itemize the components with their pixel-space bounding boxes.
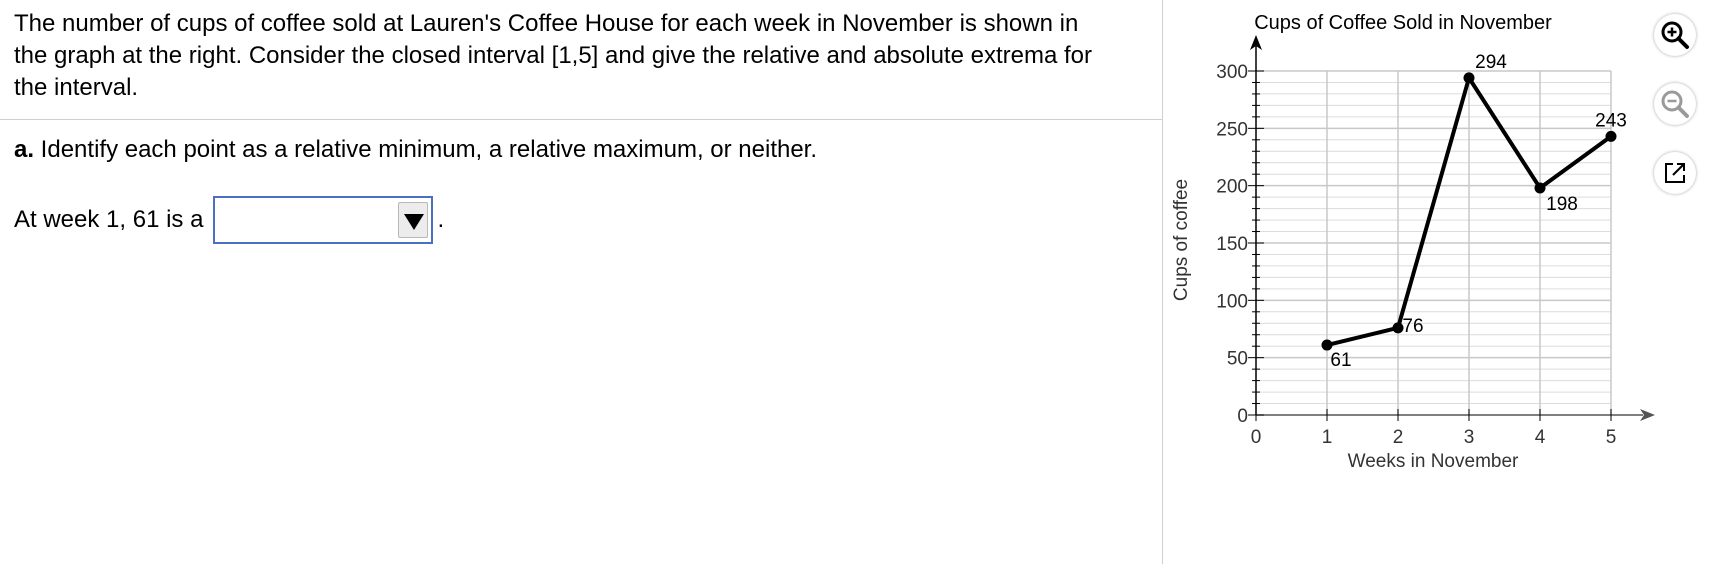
data-point: [1605, 130, 1617, 142]
axis-ticks: 0 50 100 150 200 250 300 0 1 2 3 4 5: [1216, 62, 1616, 448]
answer-suffix: .: [437, 206, 445, 233]
data-label: 198: [1546, 194, 1578, 215]
data-label: 61: [1330, 350, 1351, 371]
data-label: 294: [1475, 52, 1507, 73]
x-tick-label: 2: [1393, 427, 1404, 448]
zoom-in-button[interactable]: [1654, 14, 1696, 56]
part-a-instruction: a. Identify each point as a relative min…: [14, 134, 817, 166]
y-axis-label: Cups of coffee: [1171, 179, 1192, 301]
part-a-label: a.: [14, 136, 35, 163]
x-tick-label: 4: [1535, 427, 1546, 448]
zoom-out-button[interactable]: [1654, 83, 1696, 125]
x-tick-label: 0: [1251, 427, 1262, 448]
zoom-in-icon: [1661, 21, 1689, 49]
problem-statement: The number of cups of coffee sold at Lau…: [14, 10, 1092, 101]
x-tick-label: 3: [1464, 427, 1475, 448]
answer-prefix: At week 1, 61 is a: [14, 206, 204, 233]
dropdown-arrow-icon[interactable]: [398, 202, 429, 238]
data-point: [1534, 182, 1546, 194]
y-tick-label: 100: [1216, 291, 1248, 312]
part-a-text: Identify each point as a relative minimu…: [34, 136, 818, 163]
question-pane: The number of cups of coffee sold at Lau…: [0, 0, 1162, 558]
answer-dropdown[interactable]: [213, 196, 434, 244]
data-label: 76: [1402, 316, 1423, 337]
graph-pane: 0 50 100 150 200 250 300 0 1 2 3 4 5 Cups of Coffee …: [1163, 0, 1722, 558]
x-tick-label: 5: [1606, 427, 1617, 448]
data-label: 243: [1595, 110, 1627, 131]
y-tick-label: 150: [1216, 234, 1248, 255]
grid-major-lines: [1256, 70, 1612, 415]
answer-row: At week 1, 61 is a .: [14, 194, 444, 246]
zoom-out-icon: [1661, 90, 1689, 118]
data-point: [1463, 72, 1475, 84]
x-tick-label: 1: [1322, 427, 1333, 448]
y-tick-label: 200: [1216, 177, 1248, 198]
y-tick-label: 300: [1216, 62, 1248, 83]
y-tick-label: 250: [1216, 119, 1248, 140]
chart-title: Cups of Coffee Sold in November: [1254, 12, 1552, 34]
data-point: [1321, 339, 1333, 351]
y-tick-label: 50: [1227, 349, 1248, 370]
popout-button[interactable]: [1654, 152, 1696, 194]
axes: [1250, 35, 1655, 421]
y-tick-label: 0: [1237, 406, 1248, 427]
coffee-sales-chart: 0 50 100 150 200 250 300 0 1 2 3 4 5 Cups of Coffee …: [1171, 12, 1655, 472]
section-divider: [0, 119, 1162, 120]
x-axis-label: Weeks in November: [1348, 451, 1519, 472]
popout-icon: [1665, 163, 1685, 183]
